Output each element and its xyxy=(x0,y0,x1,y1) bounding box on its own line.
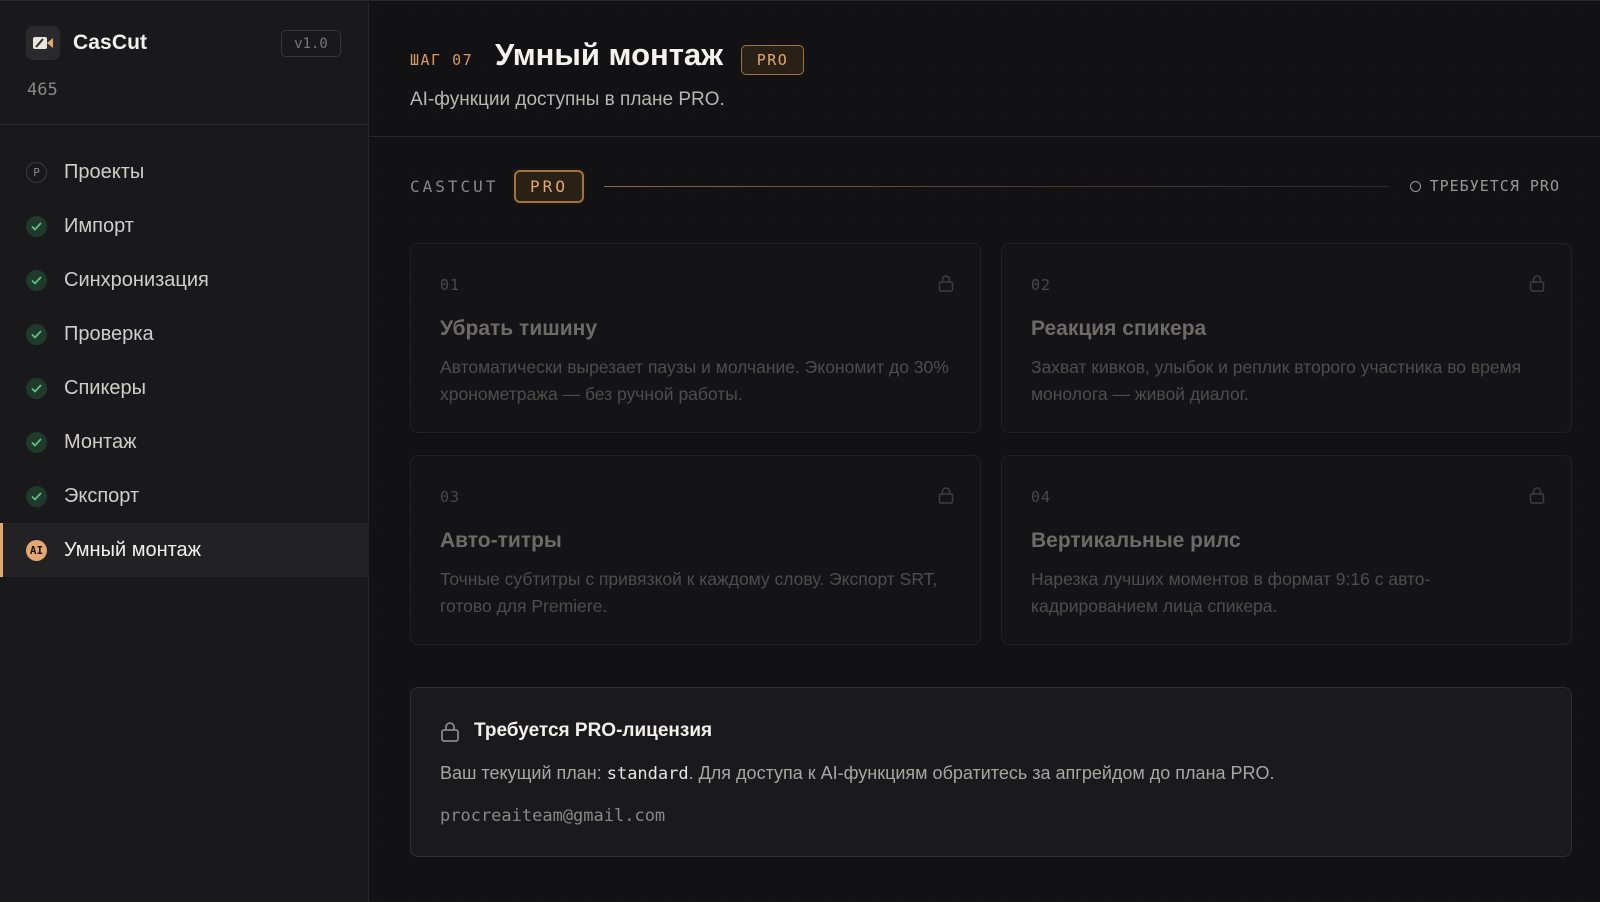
feature-title: Реакция спикера xyxy=(1031,317,1207,340)
status-label: ТРЕБУЕТСЯ PRO xyxy=(1429,177,1560,195)
plan-band: CASTCUT PRO ТРЕБУЕТСЯ PRO xyxy=(410,169,1560,203)
sidebar-item-label: Импорт xyxy=(64,214,134,237)
feature-grid: 01 Убрать тишину Автоматически вырезает … xyxy=(410,243,1572,647)
lock-icon xyxy=(938,275,954,292)
feature-description: Автоматически вырезает паузы и молчание.… xyxy=(440,357,949,404)
sidebar-divider xyxy=(0,124,369,125)
contact-email[interactable]: procreaiteam@gmail.com xyxy=(440,806,665,826)
sidebar-item-label: Экспорт xyxy=(64,484,140,507)
feature-card-auto-subtitles[interactable]: 03 Авто-титры Точные субтитры с привязко… xyxy=(410,455,981,645)
sidebar-item-speakers[interactable]: Спикеры xyxy=(0,361,369,415)
feature-number: 02 xyxy=(1031,276,1052,294)
check-icon xyxy=(26,269,47,291)
sidebar-item-label: Спикеры xyxy=(64,376,147,399)
feature-card-speaker-reaction[interactable]: 02 Реакция спикера Захват кивков, улыбок… xyxy=(1001,243,1572,433)
feature-title: Авто-титры xyxy=(440,529,562,552)
brand[interactable]: CasCut xyxy=(26,26,147,60)
feature-number: 03 xyxy=(440,488,461,506)
sidebar-item-projects[interactable]: P Проекты xyxy=(0,145,369,199)
main-panel: ШАГ 07 Умный монтаж PRO AI-функции досту… xyxy=(370,0,1600,902)
feature-card-vertical-reels[interactable]: 04 Вертикальные рилс Нарезка лучших моме… xyxy=(1001,455,1572,645)
lock-icon xyxy=(1529,275,1545,292)
feature-card-silence[interactable]: 01 Убрать тишину Автоматически вырезает … xyxy=(410,243,981,433)
feature-title: Убрать тишину xyxy=(440,317,598,340)
lock-icon xyxy=(441,722,459,742)
current-plan: standard xyxy=(606,764,689,784)
sidebar-item-sync[interactable]: Синхронизация xyxy=(0,253,369,307)
feature-description: Нарезка лучших моментов в формат 9:16 с … xyxy=(1031,569,1431,616)
page-subtitle: AI-функции доступны в плане PRO. xyxy=(410,89,725,110)
feature-description: Точные субтитры с привязкой к каждому сл… xyxy=(440,569,938,616)
feature-title: Вертикальные рилс xyxy=(1031,529,1241,552)
pro-license-notice: Требуется PRO-лицензия Ваш текущий план:… xyxy=(410,687,1572,857)
notice-text: Ваш текущий план: standard. Для доступа … xyxy=(440,763,1275,784)
check-icon xyxy=(26,323,47,345)
version-badge: v1.0 xyxy=(281,30,341,57)
sidebar-item-label: Умный монтаж xyxy=(64,538,202,561)
sidebar: CasCut v1.0 465 P Проекты Импорт Синхрон… xyxy=(0,0,369,902)
status-ring-icon xyxy=(1409,180,1421,192)
logo-icon xyxy=(26,26,60,60)
page-header: ШАГ 07 Умный монтаж PRO AI-функции досту… xyxy=(370,1,1600,137)
notice-text-before: Ваш текущий план: xyxy=(440,763,607,783)
band-brand: CASTCUT xyxy=(410,177,499,196)
sidebar-item-review[interactable]: Проверка xyxy=(0,307,369,361)
ai-icon: AI xyxy=(26,539,47,561)
sidebar-item-label: Синхронизация xyxy=(64,268,209,291)
sidebar-item-edit[interactable]: Монтаж xyxy=(0,415,369,469)
check-icon xyxy=(26,485,47,507)
projects-icon: P xyxy=(26,161,47,183)
feature-description: Захват кивков, улыбок и реплик второго у… xyxy=(1031,357,1522,404)
pro-badge: PRO xyxy=(741,45,804,75)
sidebar-item-smart-edit[interactable]: AI Умный монтаж xyxy=(0,523,369,577)
check-icon xyxy=(26,377,47,399)
app-name: CasCut xyxy=(73,31,148,54)
counter: 465 xyxy=(27,80,58,100)
sidebar-item-label: Проекты xyxy=(64,160,145,183)
band-divider xyxy=(604,186,1389,187)
notice-title: Требуется PRO-лицензия xyxy=(474,720,713,741)
sidebar-nav: P Проекты Импорт Синхронизация Проверка xyxy=(0,145,369,577)
page-title: Умный монтаж xyxy=(495,37,724,72)
sidebar-item-label: Монтаж xyxy=(64,430,137,453)
lock-icon xyxy=(938,487,954,504)
feature-number: 04 xyxy=(1031,488,1052,506)
notice-header: Требуется PRO-лицензия xyxy=(440,720,712,742)
feature-number: 01 xyxy=(440,276,461,294)
notice-text-after: . Для доступа к AI-функциям обратитесь з… xyxy=(688,763,1275,783)
band-pro-badge: PRO xyxy=(514,170,584,203)
step-label: ШАГ 07 xyxy=(410,51,474,69)
pro-required-status: ТРЕБУЕТСЯ PRO xyxy=(1409,177,1560,195)
check-icon xyxy=(26,431,47,453)
sidebar-item-label: Проверка xyxy=(64,322,154,345)
check-icon xyxy=(26,215,47,237)
lock-icon xyxy=(1529,487,1545,504)
sidebar-item-import[interactable]: Импорт xyxy=(0,199,369,253)
sidebar-item-export[interactable]: Экспорт xyxy=(0,469,369,523)
